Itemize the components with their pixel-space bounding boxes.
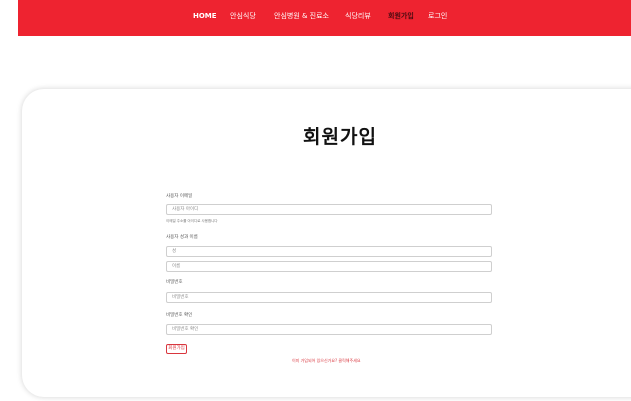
password-placeholder: 비밀번호 bbox=[172, 295, 189, 300]
last-name-field[interactable]: 성 bbox=[166, 246, 492, 257]
page-title: 회원가입 bbox=[303, 126, 377, 148]
top-navbar: HOME 안심식당 안심병원 & 진료소 식당리뷰 회원가입 로그인 bbox=[18, 0, 631, 36]
password-confirm-label: 비밀번호 확인 bbox=[166, 313, 193, 318]
password-label: 비밀번호 bbox=[166, 280, 183, 285]
first-name-placeholder: 이름 bbox=[172, 264, 181, 269]
signup-card: 회원가입 사용자 이메일 사용자 아이디 이메일 주소를 아이디로 사용합니다 … bbox=[22, 89, 631, 397]
email-placeholder: 사용자 아이디 bbox=[172, 207, 199, 212]
login-link[interactable]: 이미 가입되어 있으신가요? 클릭해주세요 bbox=[292, 358, 361, 364]
email-field[interactable]: 사용자 아이디 bbox=[166, 204, 492, 215]
nav-restaurant-reviews[interactable]: 식당리뷰 bbox=[345, 12, 371, 21]
nav-safe-hospitals[interactable]: 안심병원 & 진료소 bbox=[274, 12, 329, 21]
email-label: 사용자 이메일 bbox=[166, 194, 193, 199]
password-field[interactable]: 비밀번호 bbox=[166, 292, 492, 303]
first-name-field[interactable]: 이름 bbox=[166, 261, 492, 272]
password-confirm-field[interactable]: 비밀번호 확인 bbox=[166, 324, 492, 335]
last-name-placeholder: 성 bbox=[172, 249, 177, 254]
name-label: 사용자 성과 이름 bbox=[166, 235, 198, 240]
nav-home[interactable]: HOME bbox=[193, 12, 217, 21]
password-confirm-placeholder: 비밀번호 확인 bbox=[172, 327, 199, 332]
nav-signup[interactable]: 회원가입 bbox=[388, 12, 414, 21]
nav-safe-restaurants[interactable]: 안심식당 bbox=[230, 12, 256, 21]
signup-button[interactable]: 회원가입 bbox=[166, 344, 187, 354]
email-hint: 이메일 주소를 아이디로 사용합니다 bbox=[166, 219, 218, 223]
nav-login[interactable]: 로그인 bbox=[428, 12, 447, 21]
